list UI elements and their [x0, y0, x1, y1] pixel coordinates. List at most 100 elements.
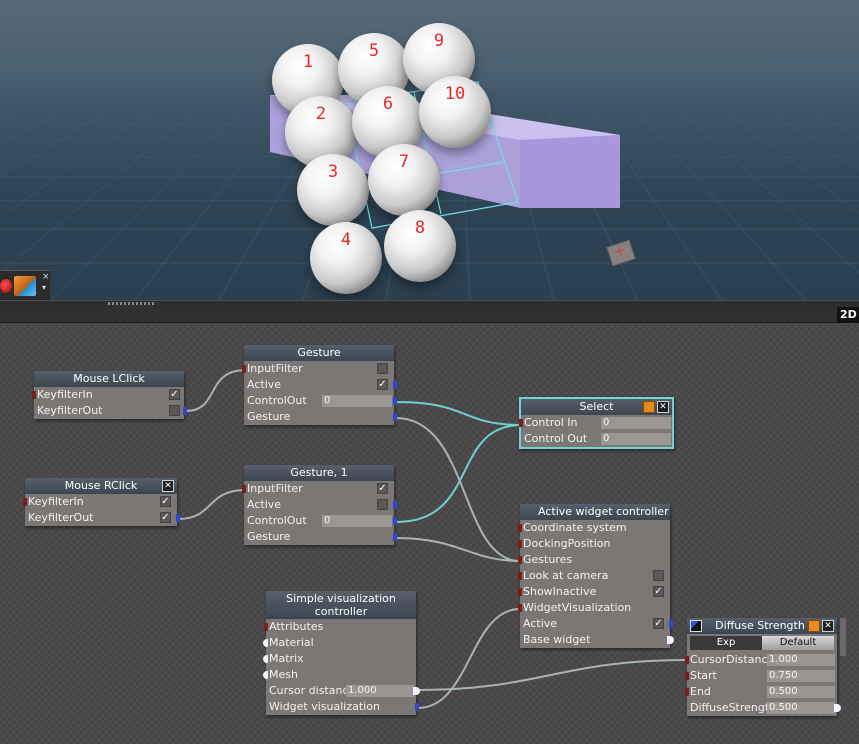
output-pin[interactable] — [393, 517, 397, 525]
input-pin[interactable] — [685, 672, 689, 680]
output-pin[interactable] — [415, 703, 419, 711]
close-icon[interactable]: ✕ — [822, 620, 834, 632]
port-diffuse-strength[interactable]: DiffuseStrength 0.500 — [687, 700, 841, 716]
port-show-inactive[interactable]: ShowInactive ✓ — [518, 584, 670, 600]
output-pin[interactable] — [669, 620, 673, 628]
port-mesh[interactable]: Mesh — [263, 667, 416, 683]
port-cursor-distance[interactable]: Cursor distance 1.000 — [266, 683, 420, 699]
node-active-widget-controller[interactable]: Active widget controller Coordinate syst… — [518, 504, 674, 648]
node-title[interactable]: Gesture — [244, 345, 394, 361]
input-pin[interactable] — [242, 365, 246, 373]
port-widget-visualization[interactable]: WidgetVisualization — [518, 600, 670, 616]
port-look-at-camera[interactable]: Look at camera — [518, 568, 670, 584]
port-cursor-distance[interactable]: CursorDistance 1.000 — [685, 652, 837, 668]
node-graph-editor[interactable]: Mouse LClick KeyfilterIn ✓ KeyfilterOut … — [0, 323, 859, 744]
node-title[interactable]: Mouse RClick — [25, 478, 177, 494]
input-pin[interactable] — [263, 671, 268, 679]
checkbox-checked[interactable]: ✓ — [169, 389, 180, 400]
port-start[interactable]: Start 0.750 — [685, 668, 837, 684]
input-pin[interactable] — [685, 688, 689, 696]
3d-viewport[interactable]: 1 5 9 2 6 10 3 7 4 8 + × ▾ — [0, 0, 859, 300]
node-title[interactable]: Mouse LClick — [34, 371, 184, 387]
port-inputfilter[interactable]: InputFilter — [242, 361, 394, 377]
checkbox-unchecked[interactable] — [377, 499, 388, 510]
output-pin[interactable] — [393, 397, 397, 405]
port-active[interactable]: Active ✓ — [244, 377, 397, 393]
port-end[interactable]: End 0.500 — [685, 684, 837, 700]
node-mouse-rclick[interactable]: Mouse RClick ✕ KeyfilterIn ✓ KeyfilterOu… — [23, 478, 180, 526]
panel-splitter[interactable] — [0, 300, 859, 307]
bypass-icon[interactable] — [808, 620, 820, 632]
port-gesture[interactable]: Gesture — [244, 529, 397, 545]
node-side-handle[interactable] — [840, 618, 846, 656]
input-pin[interactable] — [518, 604, 522, 612]
node-gesture[interactable]: Gesture InputFilter Active ✓ ControlOut … — [242, 345, 397, 425]
port-controlout[interactable]: ControlOut 0 — [244, 393, 397, 409]
input-pin[interactable] — [519, 419, 523, 427]
object-toolbox[interactable]: × ▾ — [0, 270, 50, 300]
value-field[interactable]: 0.500 — [767, 686, 835, 698]
checkbox-unchecked[interactable] — [653, 570, 664, 581]
output-pin[interactable] — [393, 501, 397, 509]
checkbox-checked[interactable]: ✓ — [377, 379, 388, 390]
close-icon[interactable]: ✕ — [657, 401, 669, 413]
input-pin[interactable] — [264, 623, 268, 631]
box-tool-icon[interactable] — [14, 276, 36, 296]
input-pin[interactable] — [518, 540, 522, 548]
tab-default[interactable]: Default — [762, 636, 834, 650]
input-pin[interactable] — [263, 639, 268, 647]
input-pin[interactable] — [518, 556, 522, 564]
node-title[interactable]: Gesture, 1 — [244, 465, 394, 481]
port-active[interactable]: Active ✓ — [520, 616, 673, 632]
input-pin[interactable] — [518, 588, 522, 596]
close-icon[interactable]: ✕ — [162, 480, 174, 492]
port-keyfilterin[interactable]: KeyfilterIn ✓ — [32, 387, 184, 403]
checkbox-checked[interactable]: ✓ — [160, 512, 171, 523]
input-pin[interactable] — [23, 498, 27, 506]
value-field[interactable]: 1.000 — [346, 685, 414, 697]
checkbox-checked[interactable]: ✓ — [653, 618, 664, 629]
input-pin[interactable] — [263, 655, 268, 663]
node-title[interactable]: Simple visualization controller — [266, 591, 416, 619]
port-gesture[interactable]: Gesture — [244, 409, 397, 425]
value-field[interactable]: 0 — [322, 395, 392, 407]
sphere-3[interactable]: 3 — [297, 154, 369, 226]
node-title[interactable]: Active widget controller — [520, 504, 670, 520]
tab-exp[interactable]: Exp — [690, 636, 762, 650]
port-keyfilterout[interactable]: KeyfilterOut ✓ — [25, 510, 180, 526]
port-docking-position[interactable]: DockingPosition — [518, 536, 670, 552]
red-ball-icon[interactable] — [0, 279, 12, 293]
port-widget-visualization[interactable]: Widget visualization — [266, 699, 419, 715]
2d-mode-button[interactable]: 2D — [837, 307, 859, 323]
port-control-in[interactable]: Control In 0 — [519, 415, 672, 431]
sphere-8[interactable]: 8 — [384, 210, 456, 282]
port-controlout[interactable]: ControlOut 0 — [244, 513, 397, 529]
port-attributes[interactable]: Attributes — [264, 619, 416, 635]
node-diffuse-strength[interactable]: Diffuse Strength ✕ Exp Default CursorDis… — [685, 618, 841, 716]
node-select[interactable]: Select ✕ Control In 0 Control Out 0 — [519, 397, 674, 449]
checkbox-checked[interactable]: ✓ — [653, 586, 664, 597]
value-field[interactable]: 0 — [322, 515, 392, 527]
checkbox-checked[interactable]: ✓ — [160, 496, 171, 507]
checkbox-unchecked[interactable] — [169, 405, 180, 416]
input-pin[interactable] — [242, 485, 246, 493]
checkbox-unchecked[interactable] — [377, 363, 388, 374]
node-gesture-1[interactable]: Gesture, 1 InputFilter ✓ Active ControlO… — [242, 465, 397, 545]
port-matrix[interactable]: Matrix — [263, 651, 416, 667]
input-pin[interactable] — [685, 656, 689, 664]
output-pin[interactable] — [176, 514, 180, 522]
value-field[interactable]: 0.500 — [767, 702, 835, 714]
port-control-out[interactable]: Control Out 0 — [521, 431, 672, 447]
sphere-10[interactable]: 10 — [419, 76, 491, 148]
input-pin[interactable] — [518, 572, 522, 580]
port-active[interactable]: Active — [244, 497, 397, 513]
sphere-7[interactable]: 7 — [368, 144, 440, 216]
toolbox-close-icon[interactable]: × — [42, 272, 50, 282]
value-field[interactable]: 1.000 — [767, 654, 835, 666]
port-coordinate-system[interactable]: Coordinate system — [518, 520, 670, 536]
port-gestures[interactable]: Gestures — [518, 552, 670, 568]
input-pin[interactable] — [518, 524, 522, 532]
toolbox-dropdown-icon[interactable]: ▾ — [42, 283, 46, 292]
output-pin[interactable] — [183, 407, 187, 415]
port-keyfilterout[interactable]: KeyfilterOut — [34, 403, 187, 419]
